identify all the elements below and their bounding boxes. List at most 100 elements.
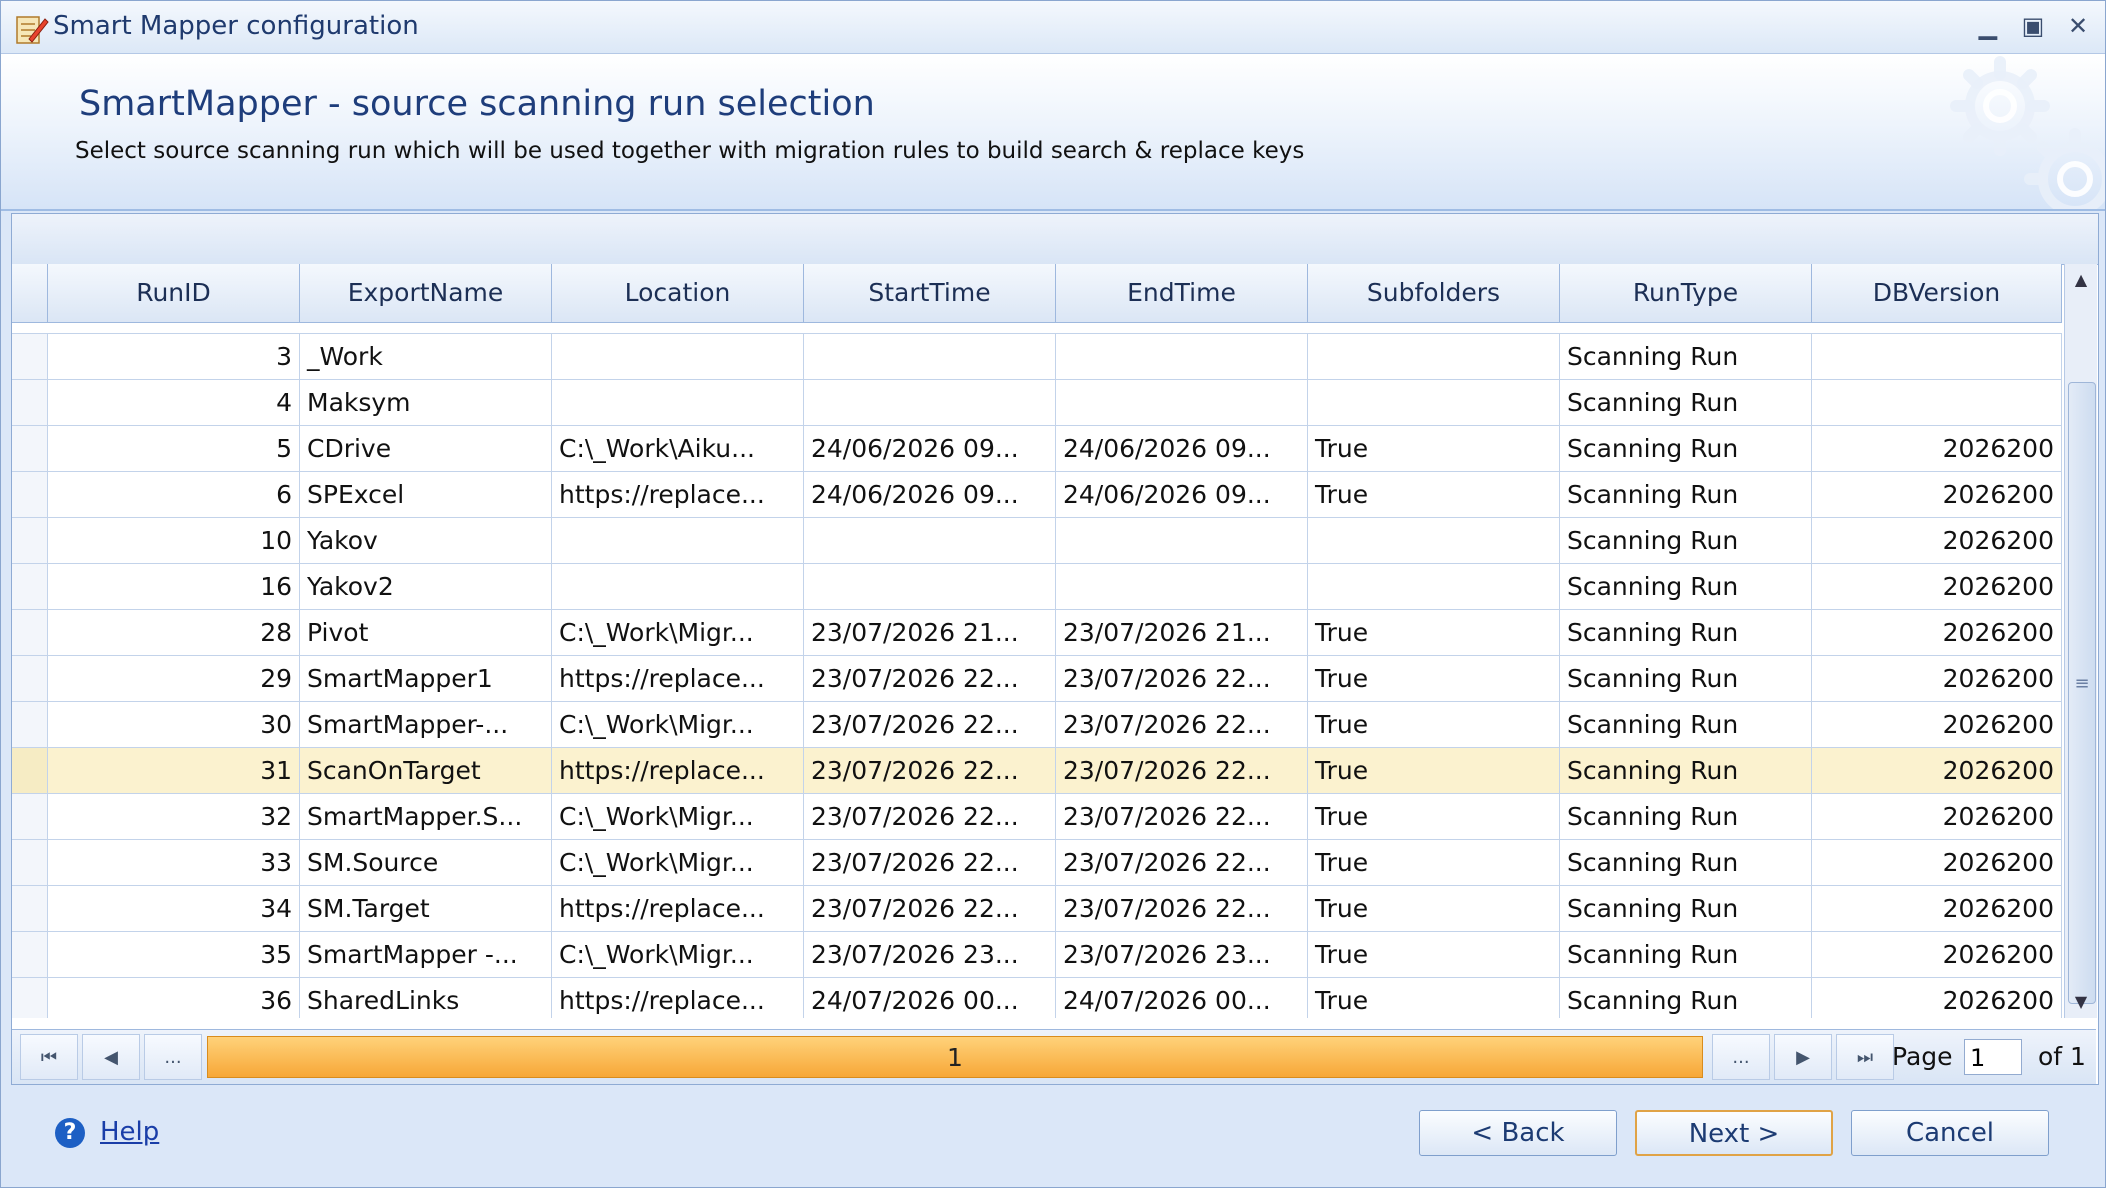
table-row[interactable]: 6 SPExcel https://replace... 24/06/2026 09.… (12, 472, 2062, 518)
cell-location[interactable]: https://replace... (552, 886, 804, 931)
prev-page-icon[interactable]: ◀ (82, 1034, 140, 1080)
prev-pages-ellipsis[interactable]: ... (144, 1034, 202, 1080)
vertical-scrollbar[interactable]: ▲ ≡ ▼ (2064, 264, 2097, 1018)
row-indicator[interactable] (12, 886, 48, 931)
row-indicator[interactable] (12, 840, 48, 885)
table-row[interactable]: 4 Maksym Scanning Run (12, 380, 2062, 426)
cell-endtime[interactable]: 23/07/2026 22... (1056, 702, 1308, 747)
cell-endtime[interactable]: 23/07/2026 22... (1056, 656, 1308, 701)
cell-location[interactable]: https://replace... (552, 748, 804, 793)
cell-exportname[interactable]: Maksym (300, 380, 552, 425)
row-indicator[interactable] (12, 794, 48, 839)
cell-subfolders[interactable]: True (1308, 426, 1560, 471)
cell-exportname[interactable]: SmartMapper.S... (300, 794, 552, 839)
table-row[interactable]: 36 SharedLinks https://replace... 24/07/202… (12, 978, 2062, 1018)
cell-starttime[interactable]: 23/07/2026 22... (804, 886, 1056, 931)
table-row[interactable]: 3 _Work Scanning Run (12, 334, 2062, 380)
cell-starttime[interactable]: 23/07/2026 22... (804, 748, 1056, 793)
cell-exportname[interactable]: SharedLinks (300, 978, 552, 1018)
cell-dbversion[interactable]: 2026200 (1812, 472, 2062, 517)
cell-runtype[interactable]: Scanning Run (1560, 748, 1812, 793)
cell-starttime[interactable]: 23/07/2026 23... (804, 932, 1056, 977)
cell-subfolders[interactable] (1308, 334, 1560, 379)
cell-runid[interactable]: 16 (48, 564, 300, 609)
cell-exportname[interactable]: SPExcel (300, 472, 552, 517)
cell-exportname[interactable]: ScanOnTarget (300, 748, 552, 793)
table-row[interactable]: 29 SmartMapper1 https://replace... 23/07/20… (12, 656, 2062, 702)
row-indicator[interactable] (12, 334, 48, 379)
cell-dbversion[interactable]: 2026200 (1812, 886, 2062, 931)
cell-endtime[interactable]: 23/07/2026 22... (1056, 840, 1308, 885)
cell-endtime[interactable] (1056, 334, 1308, 379)
cell-location[interactable] (552, 564, 804, 609)
cell-runtype[interactable]: Scanning Run (1560, 564, 1812, 609)
cell-runtype[interactable]: Scanning Run (1560, 702, 1812, 747)
cell-endtime[interactable]: 24/07/2026 00... (1056, 978, 1308, 1018)
cell-dbversion[interactable]: 2026200 (1812, 426, 2062, 471)
cell-starttime[interactable]: 24/07/2026 00... (804, 978, 1056, 1018)
column-header-runid[interactable]: RunID (48, 264, 300, 322)
cell-exportname[interactable]: SM.Target (300, 886, 552, 931)
cell-exportname[interactable]: Yakov (300, 518, 552, 563)
cell-runid[interactable]: 10 (48, 518, 300, 563)
cell-location[interactable]: https://replace... (552, 472, 804, 517)
help-icon[interactable]: ? (55, 1118, 85, 1148)
table-row[interactable]: 30 SmartMapper-... C:\_Work\Migr... 23/07/2… (12, 702, 2062, 748)
cell-dbversion[interactable] (1812, 380, 2062, 425)
cell-location[interactable]: C:\_Work\Migr... (552, 794, 804, 839)
cell-starttime[interactable] (804, 518, 1056, 563)
cell-subfolders[interactable]: True (1308, 794, 1560, 839)
cell-subfolders[interactable]: True (1308, 886, 1560, 931)
cell-exportname[interactable]: SmartMapper-... (300, 702, 552, 747)
cell-runtype[interactable]: Scanning Run (1560, 380, 1812, 425)
cell-endtime[interactable]: 23/07/2026 21... (1056, 610, 1308, 655)
scroll-up-icon[interactable]: ▲ (2065, 264, 2097, 296)
cell-exportname[interactable]: _Work (300, 334, 552, 379)
cell-endtime[interactable]: 23/07/2026 22... (1056, 748, 1308, 793)
row-indicator[interactable] (12, 656, 48, 701)
cell-dbversion[interactable]: 2026200 (1812, 702, 2062, 747)
table-row-selected[interactable]: 31 ScanOnTarget https://replace... 23/07/20… (12, 748, 2062, 794)
row-indicator[interactable] (12, 518, 48, 563)
cell-location[interactable]: C:\_Work\Migr... (552, 702, 804, 747)
cell-endtime[interactable]: 24/06/2026 09... (1056, 472, 1308, 517)
page-1-button[interactable]: 1 (207, 1036, 1703, 1078)
cell-dbversion[interactable]: 2026200 (1812, 610, 2062, 655)
cell-subfolders[interactable]: True (1308, 748, 1560, 793)
row-indicator[interactable] (12, 932, 48, 977)
cell-location[interactable]: C:\_Work\Aiku... (552, 426, 804, 471)
cell-runid[interactable]: 28 (48, 610, 300, 655)
cell-runid[interactable]: 35 (48, 932, 300, 977)
cell-location[interactable]: C:\_Work\Migr... (552, 840, 804, 885)
cell-location[interactable] (552, 518, 804, 563)
row-indicator[interactable] (12, 978, 48, 1018)
row-indicator[interactable] (12, 748, 48, 793)
table-row[interactable]: 34 SM.Target https://replace... 23/07/2026 … (12, 886, 2062, 932)
cell-runtype[interactable]: Scanning Run (1560, 518, 1812, 563)
cell-endtime[interactable] (1056, 564, 1308, 609)
cell-runid[interactable]: 3 (48, 334, 300, 379)
table-row[interactable]: 16 Yakov2 Scanning Run 2026200 (12, 564, 2062, 610)
cell-runid[interactable]: 4 (48, 380, 300, 425)
cell-runid[interactable]: 32 (48, 794, 300, 839)
cell-starttime[interactable] (804, 380, 1056, 425)
next-button[interactable]: Next > (1635, 1110, 1833, 1156)
cell-starttime[interactable]: 23/07/2026 21... (804, 610, 1056, 655)
cell-exportname[interactable]: SmartMapper1 (300, 656, 552, 701)
column-header-endtime[interactable]: EndTime (1056, 264, 1308, 322)
cell-endtime[interactable] (1056, 380, 1308, 425)
cell-subfolders[interactable]: True (1308, 610, 1560, 655)
column-header-starttime[interactable]: StartTime (804, 264, 1056, 322)
cell-runtype[interactable]: Scanning Run (1560, 794, 1812, 839)
cell-location[interactable]: https://replace... (552, 656, 804, 701)
cell-exportname[interactable]: SM.Source (300, 840, 552, 885)
cell-subfolders[interactable]: True (1308, 978, 1560, 1018)
cell-subfolders[interactable]: True (1308, 840, 1560, 885)
cell-location[interactable]: C:\_Work\Migr... (552, 932, 804, 977)
cell-subfolders[interactable]: True (1308, 702, 1560, 747)
cell-endtime[interactable]: 24/06/2026 09... (1056, 426, 1308, 471)
column-header-subfolders[interactable]: Subfolders (1308, 264, 1560, 322)
cell-runid[interactable]: 34 (48, 886, 300, 931)
cell-subfolders[interactable]: True (1308, 472, 1560, 517)
cell-dbversion[interactable]: 2026200 (1812, 932, 2062, 977)
